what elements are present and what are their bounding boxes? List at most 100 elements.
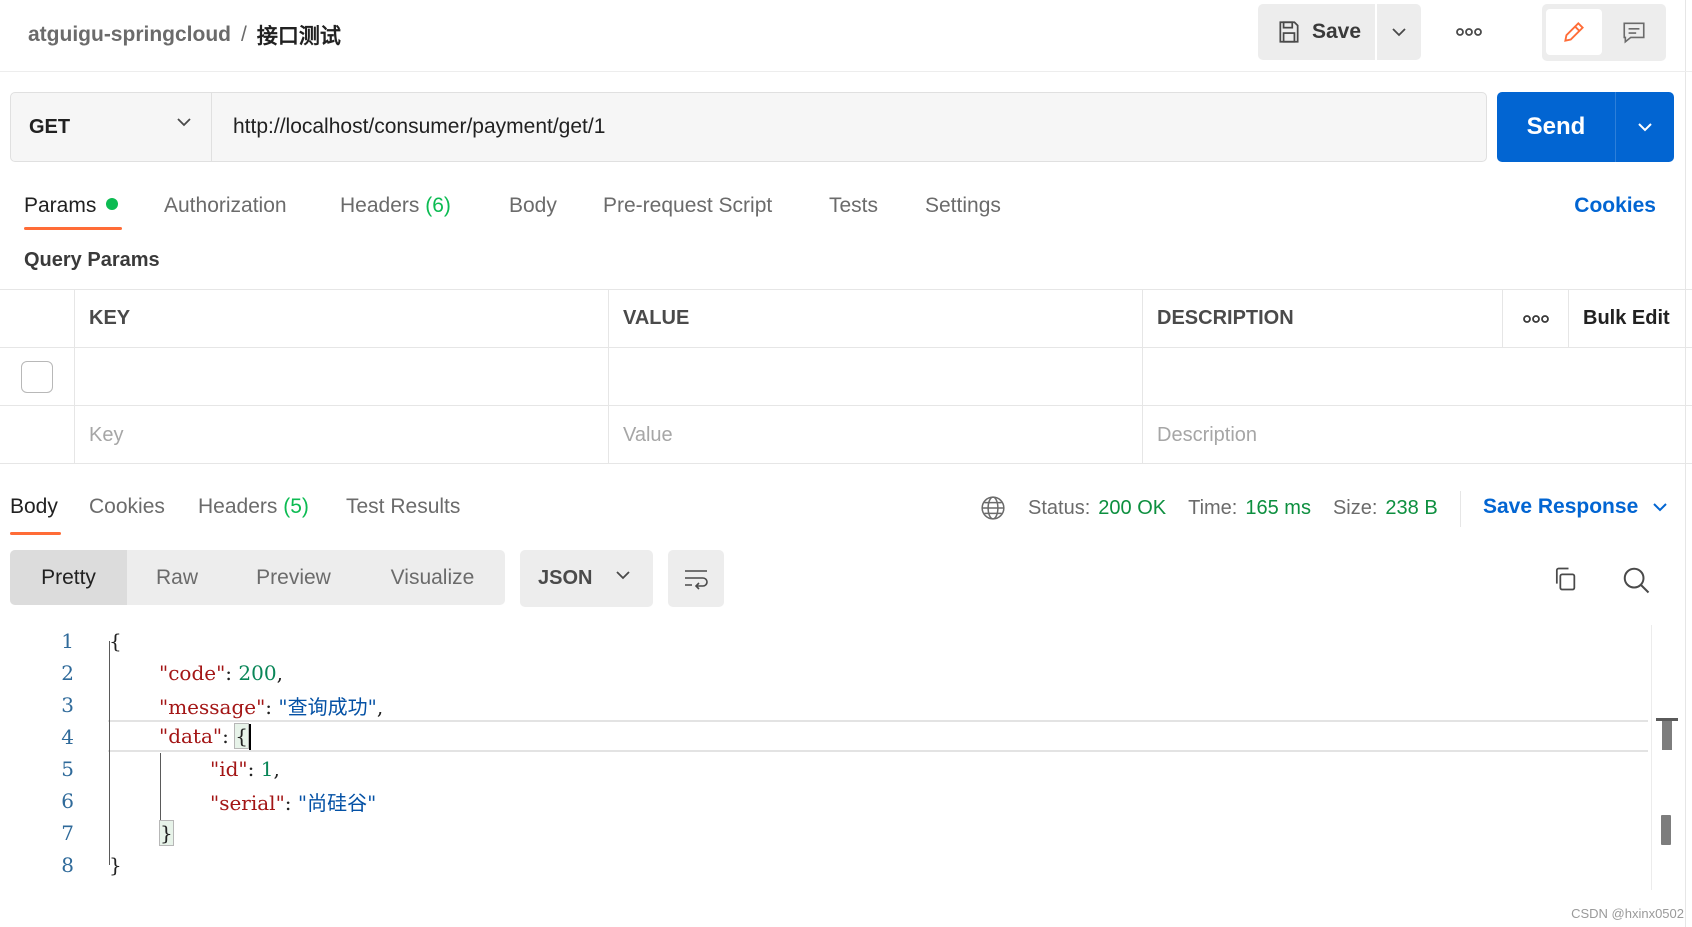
tab-tests[interactable]: Tests	[829, 194, 878, 218]
time-label: Time:	[1188, 496, 1238, 519]
divider	[1460, 491, 1461, 527]
row-checkbox[interactable]	[21, 360, 53, 393]
chevron-down-icon	[1392, 28, 1406, 37]
response-tab-headers[interactable]: Headers (5)	[198, 495, 309, 519]
url-input[interactable]	[213, 93, 1486, 161]
new-description-input[interactable]: Description	[1142, 406, 1692, 464]
response-tab-cookies[interactable]: Cookies	[89, 495, 165, 519]
format-select[interactable]: JSON	[520, 550, 653, 607]
chevron-down-icon	[616, 571, 630, 580]
line-number: 1	[61, 629, 74, 653]
json-colon: :	[222, 723, 236, 748]
edit-mode-button[interactable]	[1546, 9, 1602, 55]
row-description-cell[interactable]	[1142, 348, 1692, 405]
response-view-selector: Pretty Raw Preview Visualize	[10, 550, 505, 605]
response-tab-headers-count: (5)	[283, 495, 309, 518]
request-header: atguigu-springcloud / 接口测试 Save	[0, 0, 1692, 72]
new-key-input[interactable]: Key	[74, 406, 608, 464]
send-button[interactable]: Send	[1497, 92, 1615, 162]
line-number: 5	[61, 757, 74, 781]
json-key: "data"	[159, 723, 223, 748]
line-number: 3	[61, 693, 74, 717]
new-value-input[interactable]: Value	[608, 406, 1142, 464]
send-options-button[interactable]	[1616, 92, 1674, 162]
comment-icon	[1623, 22, 1645, 44]
tab-params-label: Params	[24, 194, 97, 217]
json-open-brace: {	[234, 722, 249, 749]
column-options-button[interactable]	[1502, 290, 1568, 347]
json-comma: ,	[273, 757, 280, 781]
copy-button[interactable]	[1548, 562, 1582, 596]
json-key: "message"	[159, 694, 266, 719]
cookies-link[interactable]: Cookies	[1574, 194, 1656, 218]
line-number: 7	[61, 821, 74, 845]
breadcrumb-collection[interactable]: atguigu-springcloud	[28, 23, 231, 47]
save-response-label: Save Response	[1483, 495, 1639, 518]
response-meta: Status: 200 OK Time: 165 ms Size: 238 B	[980, 495, 1438, 521]
method-value: GET	[29, 115, 71, 138]
time-value[interactable]: 165 ms	[1245, 497, 1311, 520]
save-button-label: Save	[1312, 20, 1362, 43]
row-key-cell[interactable]	[74, 348, 608, 405]
url-bar: GET	[10, 92, 1487, 162]
copy-icon	[1555, 567, 1576, 591]
status-value[interactable]: 200 OK	[1098, 497, 1166, 520]
text-cursor	[248, 724, 251, 751]
bulk-edit-button[interactable]: Bulk Edit	[1568, 290, 1692, 347]
size-value[interactable]: 238 B	[1385, 497, 1437, 520]
row-value-cell[interactable]	[608, 348, 1142, 405]
more-horizontal-icon	[1522, 314, 1549, 323]
save-button[interactable]: Save	[1258, 4, 1375, 60]
code-line: 6 "serial": "尚硅谷"	[0, 785, 1650, 817]
save-options-button[interactable]	[1377, 4, 1421, 60]
scrollbar-thumb[interactable]	[1661, 815, 1671, 845]
json-colon: :	[284, 790, 298, 815]
wrap-lines-button[interactable]	[668, 550, 724, 607]
json-string: "查询成功"	[278, 694, 377, 719]
json-close-brace: }	[159, 820, 174, 846]
json-number: 1	[260, 757, 274, 781]
globe-icon[interactable]	[980, 495, 1006, 521]
view-visualize[interactable]: Visualize	[360, 550, 505, 605]
tab-authorization[interactable]: Authorization	[164, 194, 287, 218]
comment-mode-button[interactable]	[1606, 9, 1662, 55]
response-tab-body[interactable]: Body	[10, 495, 58, 519]
tab-headers[interactable]: Headers (6)	[340, 194, 451, 218]
search-button[interactable]	[1618, 562, 1654, 598]
more-actions-button[interactable]	[1445, 18, 1493, 46]
code-line: 7 }	[0, 817, 1650, 849]
response-tab-headers-label: Headers	[198, 495, 278, 518]
chevron-down-icon	[177, 118, 191, 127]
send-button-group: Send	[1497, 92, 1674, 162]
tab-headers-label: Headers	[340, 194, 420, 217]
code-content: "code": 200,	[159, 661, 283, 685]
response-body-editor[interactable]: 1 { 2 "code": 200, 3 "message": "查询成功", …	[0, 625, 1692, 895]
tab-prerequest-script[interactable]: Pre-request Script	[603, 194, 772, 218]
line-number: 6	[61, 789, 74, 813]
method-select[interactable]: GET	[11, 93, 212, 161]
view-raw[interactable]: Raw	[127, 550, 227, 605]
code-line: 1 {	[0, 625, 1650, 657]
view-pretty[interactable]: Pretty	[10, 550, 127, 605]
watermark: CSDN @hxinx0502	[1571, 906, 1684, 921]
tab-params[interactable]: Params	[24, 194, 119, 218]
mode-switch	[1542, 4, 1666, 61]
save-response-button[interactable]: Save Response	[1483, 495, 1668, 519]
search-icon	[1623, 567, 1650, 594]
tab-settings[interactable]: Settings	[925, 194, 1001, 218]
table-row-new: Key Value Description	[0, 406, 1692, 464]
chevron-down-icon	[1653, 503, 1667, 512]
code-open-brace: {	[109, 629, 122, 653]
json-key: "code"	[159, 661, 226, 685]
active-response-tab-underline	[10, 532, 61, 535]
wrap-lines-icon	[685, 569, 708, 590]
column-header-value: VALUE	[608, 290, 1142, 347]
breadcrumb-request-name[interactable]: 接口测试	[257, 20, 341, 50]
json-colon: :	[265, 694, 279, 719]
line-number: 8	[61, 853, 74, 877]
tab-body[interactable]: Body	[509, 194, 557, 218]
view-preview[interactable]: Preview	[227, 550, 360, 605]
response-tab-test-results[interactable]: Test Results	[346, 495, 460, 519]
editor-scrollbar[interactable]	[1651, 625, 1677, 890]
json-key: "id"	[210, 757, 248, 781]
